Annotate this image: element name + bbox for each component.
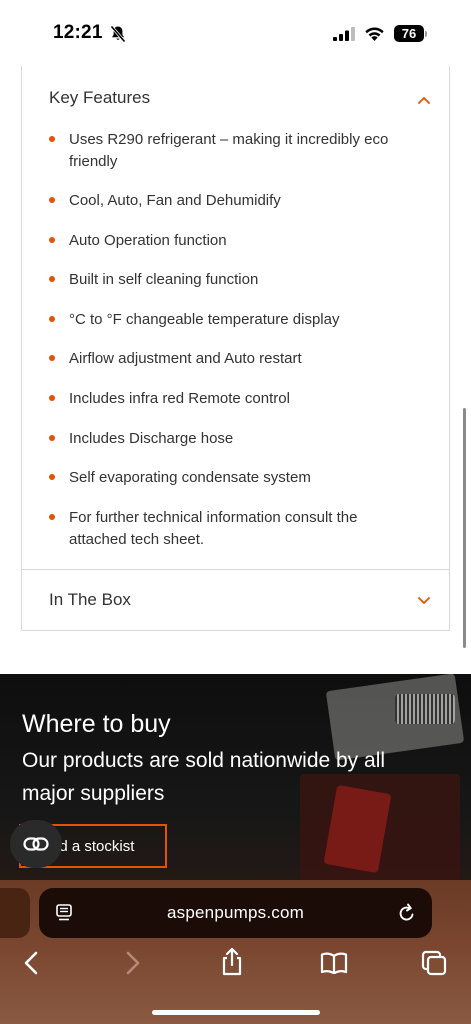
where-to-buy-heading: Where to buy [22, 710, 171, 738]
link-icon [23, 837, 49, 851]
bullet-icon [49, 316, 55, 322]
chevron-down-icon[interactable] [417, 595, 431, 605]
chevron-up-icon[interactable] [417, 95, 431, 105]
key-features-title: Key Features [49, 88, 151, 107]
find-stockist-label: nd a stockist [51, 838, 135, 855]
feature-text: Airflow adjustment and Auto restart [69, 350, 302, 367]
accordion-divider [22, 569, 449, 570]
feature-text: Self evaporating condensate system [69, 469, 311, 486]
feature-text: Cool, Auto, Fan and Dehumidify [69, 192, 281, 209]
bullet-icon [49, 514, 55, 520]
barcode-image [395, 694, 455, 724]
feature-text: Uses R290 refrigerant – making it incred… [69, 131, 389, 170]
back-icon[interactable] [22, 950, 40, 976]
bullet-icon [49, 276, 55, 282]
feature-text: Includes infra red Remote control [69, 390, 290, 407]
tabs-icon[interactable] [421, 950, 447, 976]
bullet-icon [49, 197, 55, 203]
key-features-header[interactable]: Key Features [22, 66, 449, 130]
feature-text: Includes Discharge hose [69, 430, 234, 447]
address-bar[interactable]: aspenpumps.com [39, 888, 432, 938]
bell-slash-icon [110, 25, 126, 43]
cellular-signal-icon [333, 27, 355, 41]
battery-icon: 76 [394, 25, 424, 42]
feature-text: For further technical information consul… [69, 509, 358, 548]
bullet-icon [49, 237, 55, 243]
status-bar: 12:21 76 [0, 0, 471, 66]
status-time: 12:21 [53, 22, 103, 43]
share-icon[interactable] [220, 947, 244, 977]
feature-text: Built in self cleaning function [69, 271, 259, 288]
bullet-icon [49, 474, 55, 480]
in-the-box-header[interactable]: In The Box [49, 590, 131, 610]
forward-icon[interactable] [124, 950, 142, 976]
previous-tab-peek[interactable] [0, 888, 30, 938]
where-to-buy-subheading: Our products are sold nationwide by all … [22, 749, 386, 805]
home-indicator[interactable] [152, 1010, 320, 1015]
url-text: aspenpumps.com [167, 903, 304, 922]
feature-text: °C to °F changeable temperature display [69, 311, 340, 328]
reader-mode-button[interactable] [10, 820, 62, 868]
browser-toolbar: aspenpumps.com [0, 880, 471, 1024]
bullet-icon [49, 136, 55, 142]
bullet-icon [49, 395, 55, 401]
wifi-icon [365, 27, 384, 41]
bullet-icon [49, 435, 55, 441]
scrollbar[interactable] [463, 408, 466, 648]
feature-text: Auto Operation function [69, 232, 227, 249]
bookmarks-icon[interactable] [319, 952, 349, 974]
battery-nub [425, 31, 427, 37]
bullet-icon [49, 355, 55, 361]
reload-icon[interactable] [398, 903, 416, 923]
product-details-accordion: Key Features Uses R290 refrigerant – mak… [21, 66, 450, 631]
